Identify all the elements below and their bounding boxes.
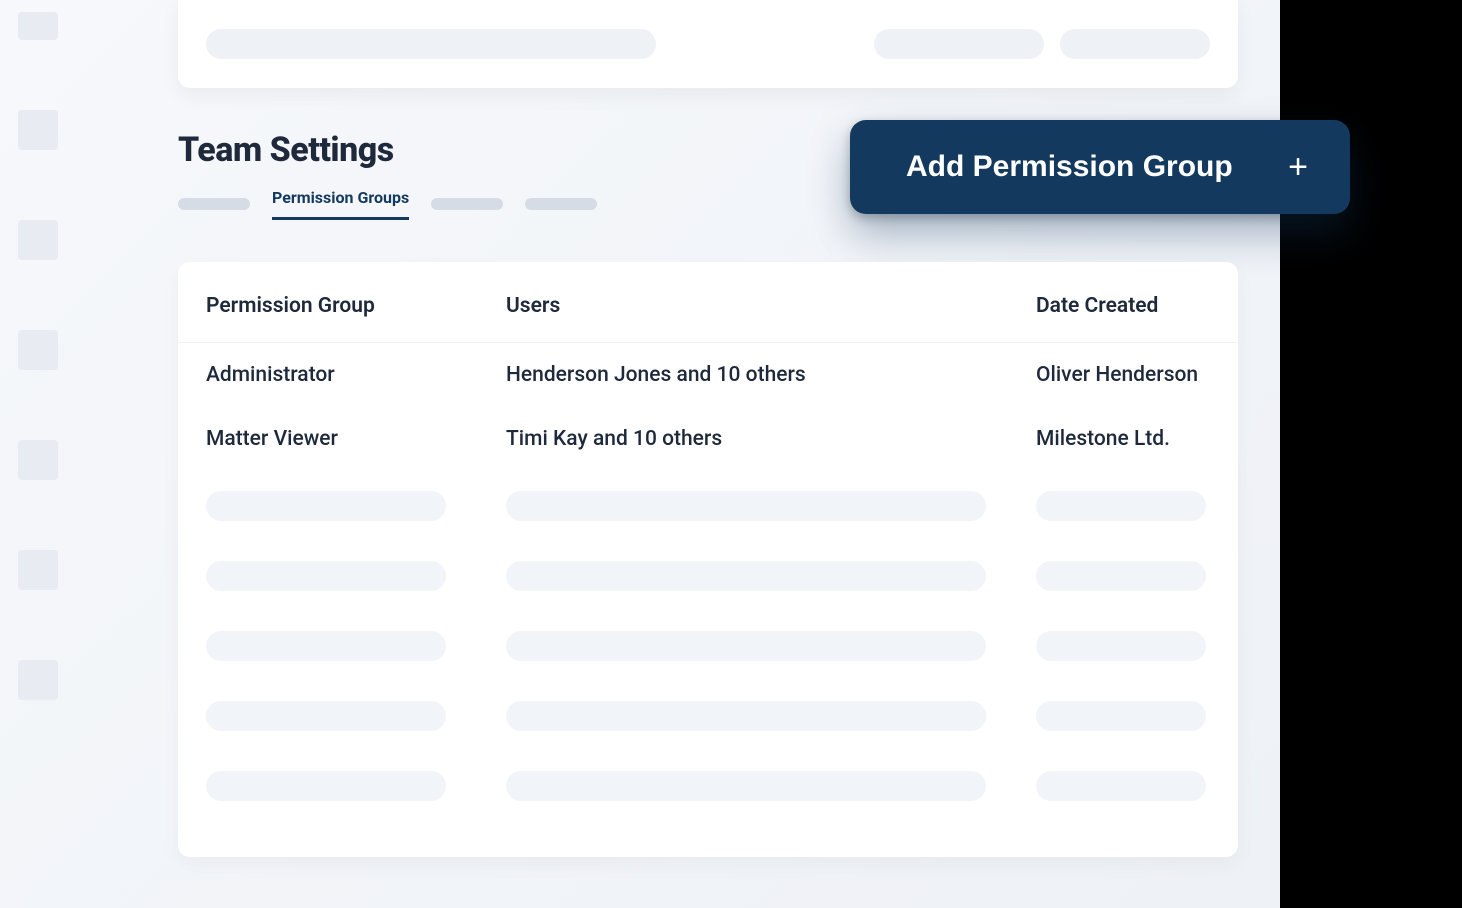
cell-group: Matter Viewer	[206, 427, 506, 451]
cell-placeholder	[206, 701, 446, 731]
page-title: Team Settings	[178, 130, 394, 170]
table-row-placeholder	[178, 541, 1238, 611]
cell-placeholder	[1036, 491, 1206, 521]
cell-placeholder	[506, 561, 986, 591]
col-header-group: Permission Group	[206, 294, 506, 318]
col-header-users: Users	[506, 294, 1036, 318]
cell-placeholder	[1036, 771, 1206, 801]
top-bar	[178, 0, 1238, 88]
tab-permission-groups[interactable]: Permission Groups	[272, 188, 409, 220]
add-button-label: Add Permission Group	[906, 150, 1233, 184]
plus-icon: +	[1288, 150, 1308, 184]
table-header-row: Permission Group Users Date Created	[178, 262, 1238, 343]
cell-date-created: Milestone Ltd.	[1036, 427, 1266, 451]
nav-placeholder	[18, 12, 58, 40]
nav-placeholder	[18, 330, 58, 370]
cell-placeholder	[506, 771, 986, 801]
cell-placeholder	[506, 701, 986, 731]
tab-placeholder[interactable]	[178, 198, 250, 210]
permission-groups-table: Permission Group Users Date Created Admi…	[178, 262, 1238, 857]
table-row-placeholder	[178, 751, 1238, 821]
cell-users: Henderson Jones and 10 others	[506, 363, 1036, 387]
tabs-row: Permission Groups	[178, 188, 597, 220]
cell-placeholder	[206, 561, 446, 591]
table-row[interactable]: Matter Viewer Timi Kay and 10 others Mil…	[178, 407, 1238, 471]
topbar-action-placeholder[interactable]	[1060, 29, 1210, 59]
nav-placeholder	[18, 660, 58, 700]
nav-placeholder	[18, 550, 58, 590]
cell-users: Timi Kay and 10 others	[506, 427, 1036, 451]
tab-placeholder[interactable]	[431, 198, 503, 210]
cell-placeholder	[1036, 631, 1206, 661]
app-frame: Team Settings Permission Groups Add Perm…	[0, 0, 1280, 908]
nav-placeholder	[18, 440, 58, 480]
cell-group: Administrator	[206, 363, 506, 387]
search-placeholder[interactable]	[206, 29, 656, 59]
tab-placeholder[interactable]	[525, 198, 597, 210]
left-nav-rail	[18, 0, 88, 700]
nav-placeholder	[18, 110, 58, 150]
cell-date-created: Oliver Henderson	[1036, 363, 1266, 387]
col-header-date-created: Date Created	[1036, 294, 1266, 318]
table-row[interactable]: Administrator Henderson Jones and 10 oth…	[178, 343, 1238, 407]
cell-placeholder	[206, 771, 446, 801]
cell-placeholder	[206, 491, 446, 521]
table-row-placeholder	[178, 471, 1238, 541]
cell-placeholder	[506, 491, 986, 521]
table-row-placeholder	[178, 681, 1238, 751]
topbar-action-placeholder[interactable]	[874, 29, 1044, 59]
cell-placeholder	[506, 631, 986, 661]
nav-placeholder	[18, 220, 58, 260]
cell-placeholder	[206, 631, 446, 661]
table-row-placeholder	[178, 611, 1238, 681]
cell-placeholder	[1036, 701, 1206, 731]
add-permission-group-button[interactable]: Add Permission Group +	[850, 120, 1350, 214]
cell-placeholder	[1036, 561, 1206, 591]
